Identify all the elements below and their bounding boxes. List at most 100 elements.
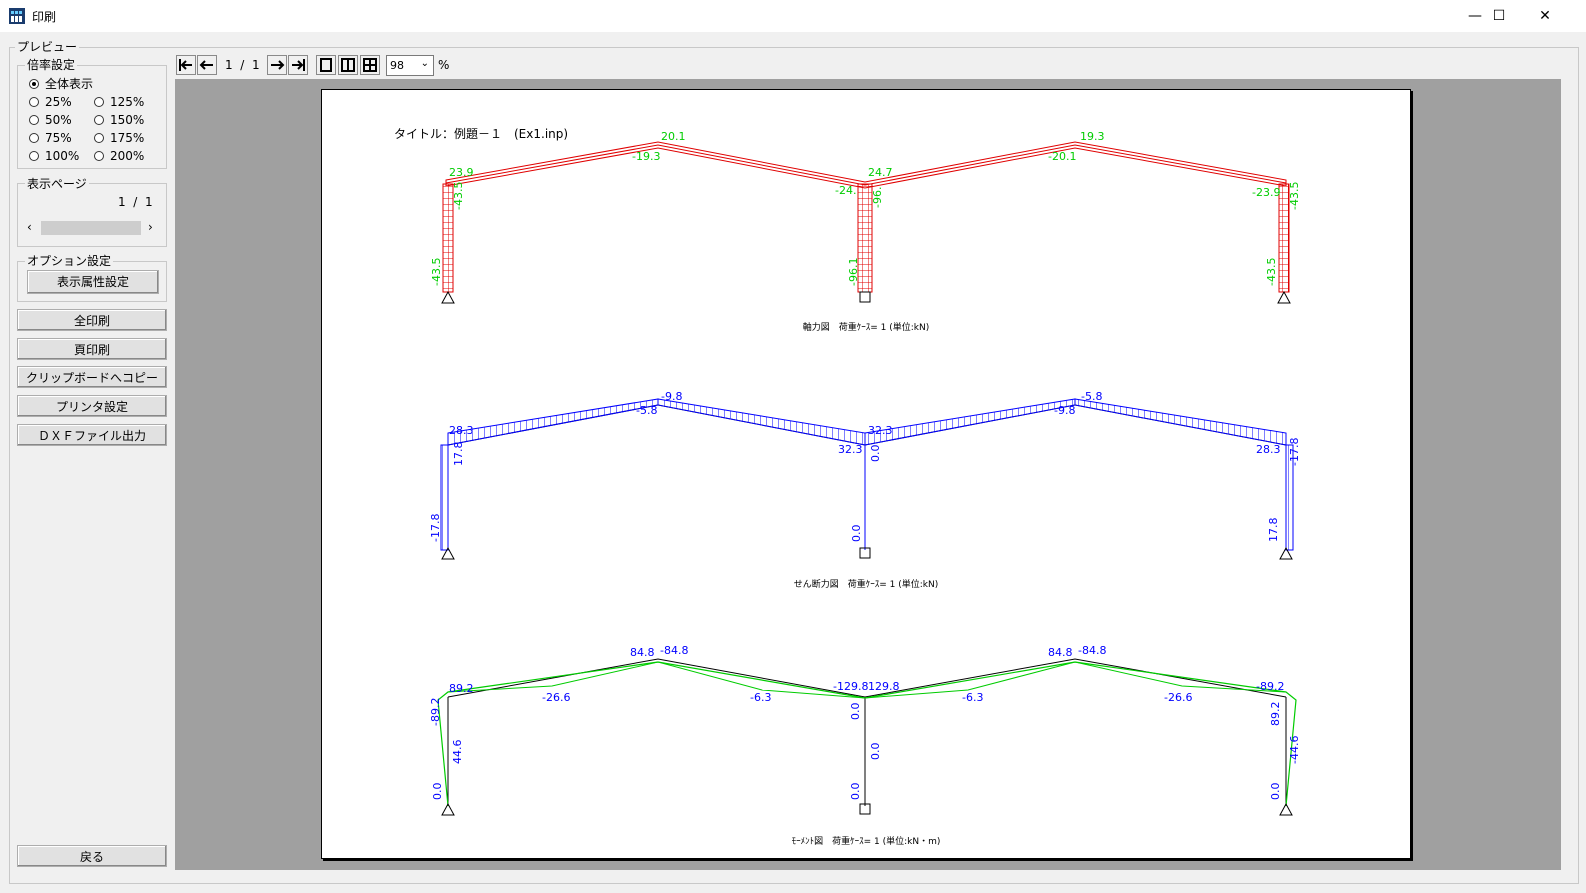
moment-label: 129.8 (868, 680, 900, 693)
first-page-icon (179, 59, 192, 71)
print-all-button[interactable]: 全印刷 (17, 309, 167, 331)
zoom-option-fit[interactable]: 全体表示 (29, 76, 93, 92)
moment-label: -89.2 (429, 698, 442, 726)
shear-label: -17.8 (1288, 438, 1301, 466)
last-page-button[interactable] (288, 55, 308, 75)
shear-label: 28.3 (449, 424, 474, 437)
zoom-option-75[interactable]: 75% (29, 130, 72, 146)
shear-label: 32.3 (868, 424, 893, 437)
display-attr-button[interactable]: 表示属性設定 (27, 270, 159, 294)
axial-label: 24.7 (868, 166, 893, 179)
toolbar-page-indicator: 1 / 1 (225, 58, 260, 72)
zoom-option-50[interactable]: 50% (29, 112, 72, 128)
zoom-option-200[interactable]: 200% (94, 148, 144, 164)
moment-label: 0.0 (431, 783, 444, 801)
shear-beam-3 (864, 398, 1076, 446)
moment-label: 0.0 (1269, 783, 1282, 801)
shear-label: -5.8 (1081, 390, 1102, 403)
axial-label: -43.5 (1265, 258, 1278, 286)
shear-force-diagram: -9.8 -5.8 28.3 17.8 -17.8 32.3 32.3 0.0 … (429, 390, 1301, 590)
close-button[interactable]: ✕ (1522, 0, 1568, 32)
zoom-group-label: 倍率設定 (25, 58, 78, 72)
radio-checked-icon (29, 79, 39, 89)
app-icon (9, 8, 25, 24)
four-page-view-button[interactable] (360, 55, 380, 75)
radio-icon (94, 133, 104, 143)
zoom-option-150[interactable]: 150% (94, 112, 144, 128)
preview-group-label: プレビュー (15, 40, 80, 54)
first-page-button[interactable] (176, 55, 196, 75)
moment-label: -6.3 (750, 691, 771, 704)
axial-label: -43.5 (452, 182, 465, 210)
axial-label: -20.1 (1048, 150, 1076, 163)
shear-beam-2 (657, 398, 866, 446)
single-page-icon (320, 58, 332, 72)
moment-label: -26.6 (1164, 691, 1192, 704)
axial-caption: 軸力図 荷重ｹｰｽ= 1 (単位:kN) (803, 321, 930, 333)
maximize-button[interactable]: ☐ (1476, 0, 1522, 32)
shear-label: 28.3 (1256, 443, 1281, 456)
printer-setup-button[interactable]: プリンタ設定 (17, 395, 167, 417)
scroll-right-icon[interactable]: › (148, 220, 153, 234)
back-button[interactable]: 戻る (17, 845, 167, 867)
two-page-view-button[interactable] (338, 55, 358, 75)
single-page-view-button[interactable] (316, 55, 336, 75)
zoom-option-100[interactable]: 100% (29, 148, 79, 164)
zoom-select[interactable]: 98 ⌄ (386, 55, 434, 76)
copy-clipboard-button[interactable]: クリップボードへコピー (17, 366, 167, 388)
zoom-unit: % (438, 58, 450, 72)
page-group-frame (17, 183, 167, 247)
dxf-output-button[interactable]: ＤＸＦファイル出力 (17, 424, 167, 446)
moment-label: 89.2 (449, 682, 474, 695)
shear-label: -5.8 (636, 404, 657, 417)
chevron-down-icon: ⌄ (420, 58, 429, 69)
zoom-option-125[interactable]: 125% (94, 94, 144, 110)
radio-icon (29, 133, 39, 143)
prev-page-button[interactable] (197, 55, 217, 75)
moment-label: -89.2 (1256, 680, 1284, 693)
shear-label: -9.8 (661, 390, 682, 403)
radio-icon (29, 97, 39, 107)
page-scrollbar[interactable]: ‹ › (25, 219, 160, 237)
two-page-icon (341, 58, 355, 72)
radio-icon (94, 115, 104, 125)
shear-column-left (440, 444, 449, 551)
shear-beam-1 (447, 398, 659, 446)
last-page-icon (292, 59, 305, 71)
close-icon: ✕ (1539, 8, 1551, 24)
print-page-button[interactable]: 頁印刷 (17, 338, 167, 360)
moment-label: 84.8 (1048, 646, 1073, 659)
scroll-thumb[interactable] (41, 221, 141, 235)
option-group-label: オプション設定 (25, 254, 114, 268)
axial-label: 23.9 (449, 166, 474, 179)
maximize-icon: ☐ (1492, 8, 1506, 24)
axial-label: 19.3 (1080, 130, 1105, 143)
moment-label: 0.0 (849, 703, 862, 721)
moment-curve-span-2 (864, 661, 1287, 699)
moment-curve-span-1 (447, 661, 866, 699)
preview-area[interactable]: タイトル：例題－１ (Ex1.inp) 20.1 -19.3 23.9 -43.… (175, 79, 1561, 870)
shear-label: 32.3 (838, 443, 863, 456)
axial-force-diagram: 20.1 -19.3 23.9 -43.5 -43.5 -24. 24.7 -9… (430, 130, 1301, 333)
moment-label: -84.8 (1078, 644, 1106, 657)
axial-label: -43.5 (1288, 182, 1301, 210)
axial-label: -43.5 (430, 258, 443, 286)
radio-icon (29, 115, 39, 125)
zoom-option-175[interactable]: 175% (94, 130, 144, 146)
radio-icon (29, 151, 39, 161)
title-bar: 印刷 — ☐ ✕ (0, 0, 1586, 32)
moment-label: -6.3 (962, 691, 983, 704)
pin-support-icon (1277, 290, 1291, 304)
next-page-button[interactable] (267, 55, 287, 75)
scroll-left-icon[interactable]: ‹ (27, 220, 32, 234)
pin-support-icon (441, 290, 455, 304)
frame-diagrams: タイトル：例題－１ (Ex1.inp) 20.1 -19.3 23.9 -43.… (394, 127, 1301, 847)
moment-label: 0.0 (869, 743, 882, 761)
zoom-option-25[interactable]: 25% (29, 94, 72, 110)
axial-beam-band (445, 141, 1287, 189)
axial-column-center (857, 183, 873, 293)
radio-icon (94, 97, 104, 107)
radio-icon (94, 151, 104, 161)
arrow-left-icon (199, 60, 213, 70)
print-page: タイトル：例題－１ (Ex1.inp) 20.1 -19.3 23.9 -43.… (321, 89, 1411, 859)
